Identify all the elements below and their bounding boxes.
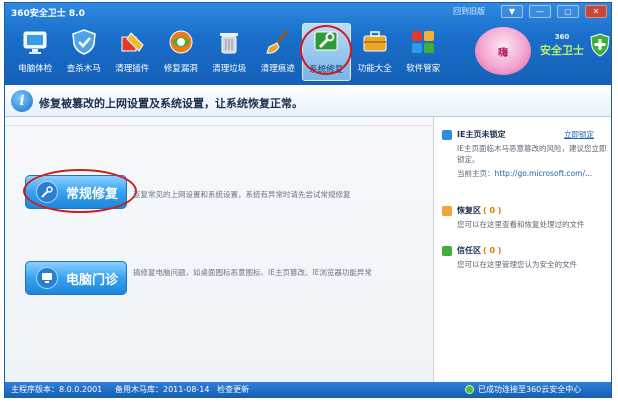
ie-home-title: IE主页未锁定 <box>457 130 506 139</box>
app-blocks-icon <box>406 25 440 59</box>
title-bar: 360安全卫士 8.0 回到旧版 ▼ — ▢ ✕ <box>5 3 611 21</box>
current-home-url[interactable]: http://go.microsoft.com/... <box>495 169 593 178</box>
ie-home-text: IE主页面临木马恶意篡改的风险，建议您立即锁定。 <box>457 144 607 164</box>
side-panel: IE主页未锁定 立即锁定 IE主页面临木马恶意篡改的风险，建议您立即锁定。 当前… <box>433 117 611 382</box>
trash-can-icon <box>212 25 246 59</box>
wrench-icon <box>36 181 58 203</box>
tool-trace-cleanup[interactable]: 清理痕迹 <box>254 23 303 81</box>
ie-icon <box>442 129 452 140</box>
routine-repair-description: 查复常见的上网设置和系统设置，系统有异常时请先尝试常规修复 <box>133 190 351 199</box>
shield-scan-icon <box>67 25 101 59</box>
restore-block: 恢复区 ( 0 ) 您可以在这里查看和恢复处理过的文件 <box>442 205 608 230</box>
status-bar: 主程序版本：8.0.0.2001 备用木马库：2011-08-14 检查更新 已… <box>5 382 611 397</box>
program-version: 主程序版本：8.0.0.2001 <box>11 385 103 394</box>
tool-software-manager[interactable]: 软件管家 <box>399 23 448 81</box>
pc-clinic-description: 搞修复电脑问题，如桌面图标恶意图标、IE主页篡改、IE浏览器功能异常 <box>133 268 372 277</box>
tool-system-repair[interactable]: 系统修复 <box>300 23 352 81</box>
menu-dropdown-icon[interactable]: ▼ <box>501 5 523 18</box>
minimize-icon[interactable]: — <box>529 5 551 18</box>
app-title: 360安全卫士 8.0 <box>11 9 85 19</box>
routine-repair-button[interactable]: 常规修复 <box>25 175 127 209</box>
wrench-repair-icon <box>309 26 343 60</box>
computer-doctor-icon <box>36 267 58 289</box>
top-banner: 360安全卫士 8.0 回到旧版 ▼ — ▢ ✕ 电脑体检 查杀木马 清理插件 … <box>5 3 611 85</box>
check-update-link[interactable]: 检查更新 <box>217 385 249 394</box>
trust-title[interactable]: 信任区 <box>457 245 481 256</box>
ie-home-block: IE主页未锁定 立即锁定 IE主页面临木马恶意篡改的风险，建议您立即锁定。 当前… <box>442 129 608 179</box>
restore-title[interactable]: 恢复区 <box>457 205 481 216</box>
trust-count: ( 0 ) <box>483 246 502 255</box>
window-controls: 回到旧版 ▼ — ▢ ✕ <box>453 5 607 18</box>
trust-text: 您可以在这里管理您认为安全的文件 <box>457 260 577 269</box>
patch-globe-icon <box>164 25 198 59</box>
shield-plus-icon <box>590 33 610 57</box>
restore-text: 您可以在这里查看和恢复处理过的文件 <box>457 220 585 229</box>
trust-block: 信任区 ( 0 ) 您可以在这里管理您认为安全的文件 <box>442 245 608 270</box>
tool-plugin-cleanup[interactable]: 清理插件 <box>108 23 157 81</box>
main-toolbar: 电脑体检 查杀木马 清理插件 修复漏洞 清理垃圾 清理痕迹 系统修复 功能大全 … <box>11 23 448 81</box>
info-bar: i 修复被篡改的上网设置及系统设置，让系统恢复正常。 <box>5 85 611 117</box>
tool-junk-cleanup[interactable]: 清理垃圾 <box>205 23 254 81</box>
restore-icon <box>442 205 452 216</box>
trojan-db-version: 备用木马库：2011-08-14 <box>114 385 210 394</box>
toolbox-icon <box>358 25 392 59</box>
brand-logo: 360 安全卫士 <box>540 33 584 57</box>
close-icon[interactable]: ✕ <box>585 5 607 18</box>
cloud-status: 已成功连接至360云安全中心 <box>478 385 582 394</box>
old-version-link[interactable]: 回到旧版 <box>453 6 485 17</box>
restore-count: ( 0 ) <box>483 206 502 215</box>
info-message: 修复被篡改的上网设置及系统设置，让系统恢复正常。 <box>39 97 303 110</box>
lock-now-link[interactable]: 立即锁定 <box>564 129 594 140</box>
tool-trojan-scan[interactable]: 查杀木马 <box>60 23 109 81</box>
maximize-icon[interactable]: ▢ <box>557 5 579 18</box>
tool-patch-vulnerability[interactable]: 修复漏洞 <box>157 23 206 81</box>
brush-icon <box>261 25 295 59</box>
divider <box>5 125 433 126</box>
current-home: 当前主页：http://go.microsoft.com/... <box>457 169 593 178</box>
app-window: 360安全卫士 8.0 回到旧版 ▼ — ▢ ✕ 电脑体检 查杀木马 清理插件 … <box>4 2 612 398</box>
trust-icon <box>442 245 452 256</box>
repair-panel: 常规修复 查复常见的上网设置和系统设置，系统有异常时请先尝试常规修复 电脑门诊 … <box>5 117 433 382</box>
tool-feature-suite[interactable]: 功能大全 <box>351 23 400 81</box>
info-icon: i <box>11 90 33 112</box>
tool-pc-checkup[interactable]: 电脑体检 <box>11 23 60 81</box>
connected-icon <box>465 385 474 394</box>
mascot-badge[interactable]: 嗨 <box>475 27 531 75</box>
broom-plugin-icon <box>115 25 149 59</box>
monitor-icon <box>18 25 52 59</box>
pc-clinic-button[interactable]: 电脑门诊 <box>25 261 127 295</box>
